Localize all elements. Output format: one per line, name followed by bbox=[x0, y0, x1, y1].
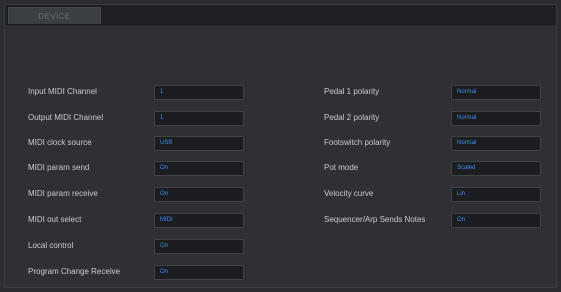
output-midi-channel-select[interactable]: 1 bbox=[154, 111, 244, 126]
program-change-receive-select[interactable]: On bbox=[154, 265, 244, 280]
setting-label: Output MIDI Channel bbox=[28, 113, 104, 122]
setting-label: MIDI param receive bbox=[28, 189, 98, 198]
velocity-curve-select[interactable]: Lin bbox=[451, 187, 541, 202]
setting-label: Sequencer/Arp Sends Notes bbox=[324, 215, 426, 224]
tab-bar: DEVICE bbox=[5, 5, 556, 25]
midi-out-select-select[interactable]: MIDI bbox=[154, 213, 244, 228]
setting-label: Local control bbox=[28, 241, 74, 250]
pedal-1-polarity-select[interactable]: Normal bbox=[451, 85, 541, 100]
setting-label: Pedal 1 polarity bbox=[324, 87, 380, 96]
settings-content: Input MIDI Channel 1 Output MIDI Channel… bbox=[5, 25, 556, 287]
setting-label: MIDI out select bbox=[28, 215, 82, 224]
input-midi-channel-select[interactable]: 1 bbox=[154, 85, 244, 100]
setting-label: Pedal 2 polarity bbox=[324, 113, 380, 122]
setting-label: MIDI param send bbox=[28, 163, 90, 172]
setting-label: Input MIDI Channel bbox=[28, 87, 97, 96]
midi-param-send-select[interactable]: On bbox=[154, 161, 244, 176]
tab-device[interactable]: DEVICE bbox=[8, 7, 101, 24]
setting-label: Footswitch polarity bbox=[324, 138, 391, 147]
setting-label: Pot mode bbox=[324, 163, 359, 172]
setting-label: Velocity curve bbox=[324, 189, 374, 198]
midi-clock-source-select[interactable]: USB bbox=[154, 136, 244, 151]
footswitch-polarity-select[interactable]: Normal bbox=[451, 136, 541, 151]
setting-label: MIDI clock source bbox=[28, 138, 92, 147]
local-control-select[interactable]: On bbox=[154, 239, 244, 254]
pot-mode-select[interactable]: Scaled bbox=[451, 161, 541, 176]
sequencer-arp-sends-notes-select[interactable]: On bbox=[451, 213, 541, 228]
midi-param-receive-select[interactable]: On bbox=[154, 187, 244, 202]
settings-panel: DEVICE Input MIDI Channel 1 Output MIDI … bbox=[4, 4, 557, 288]
pedal-2-polarity-select[interactable]: Normal bbox=[451, 111, 541, 126]
setting-label: Program Change Receive bbox=[28, 267, 121, 276]
